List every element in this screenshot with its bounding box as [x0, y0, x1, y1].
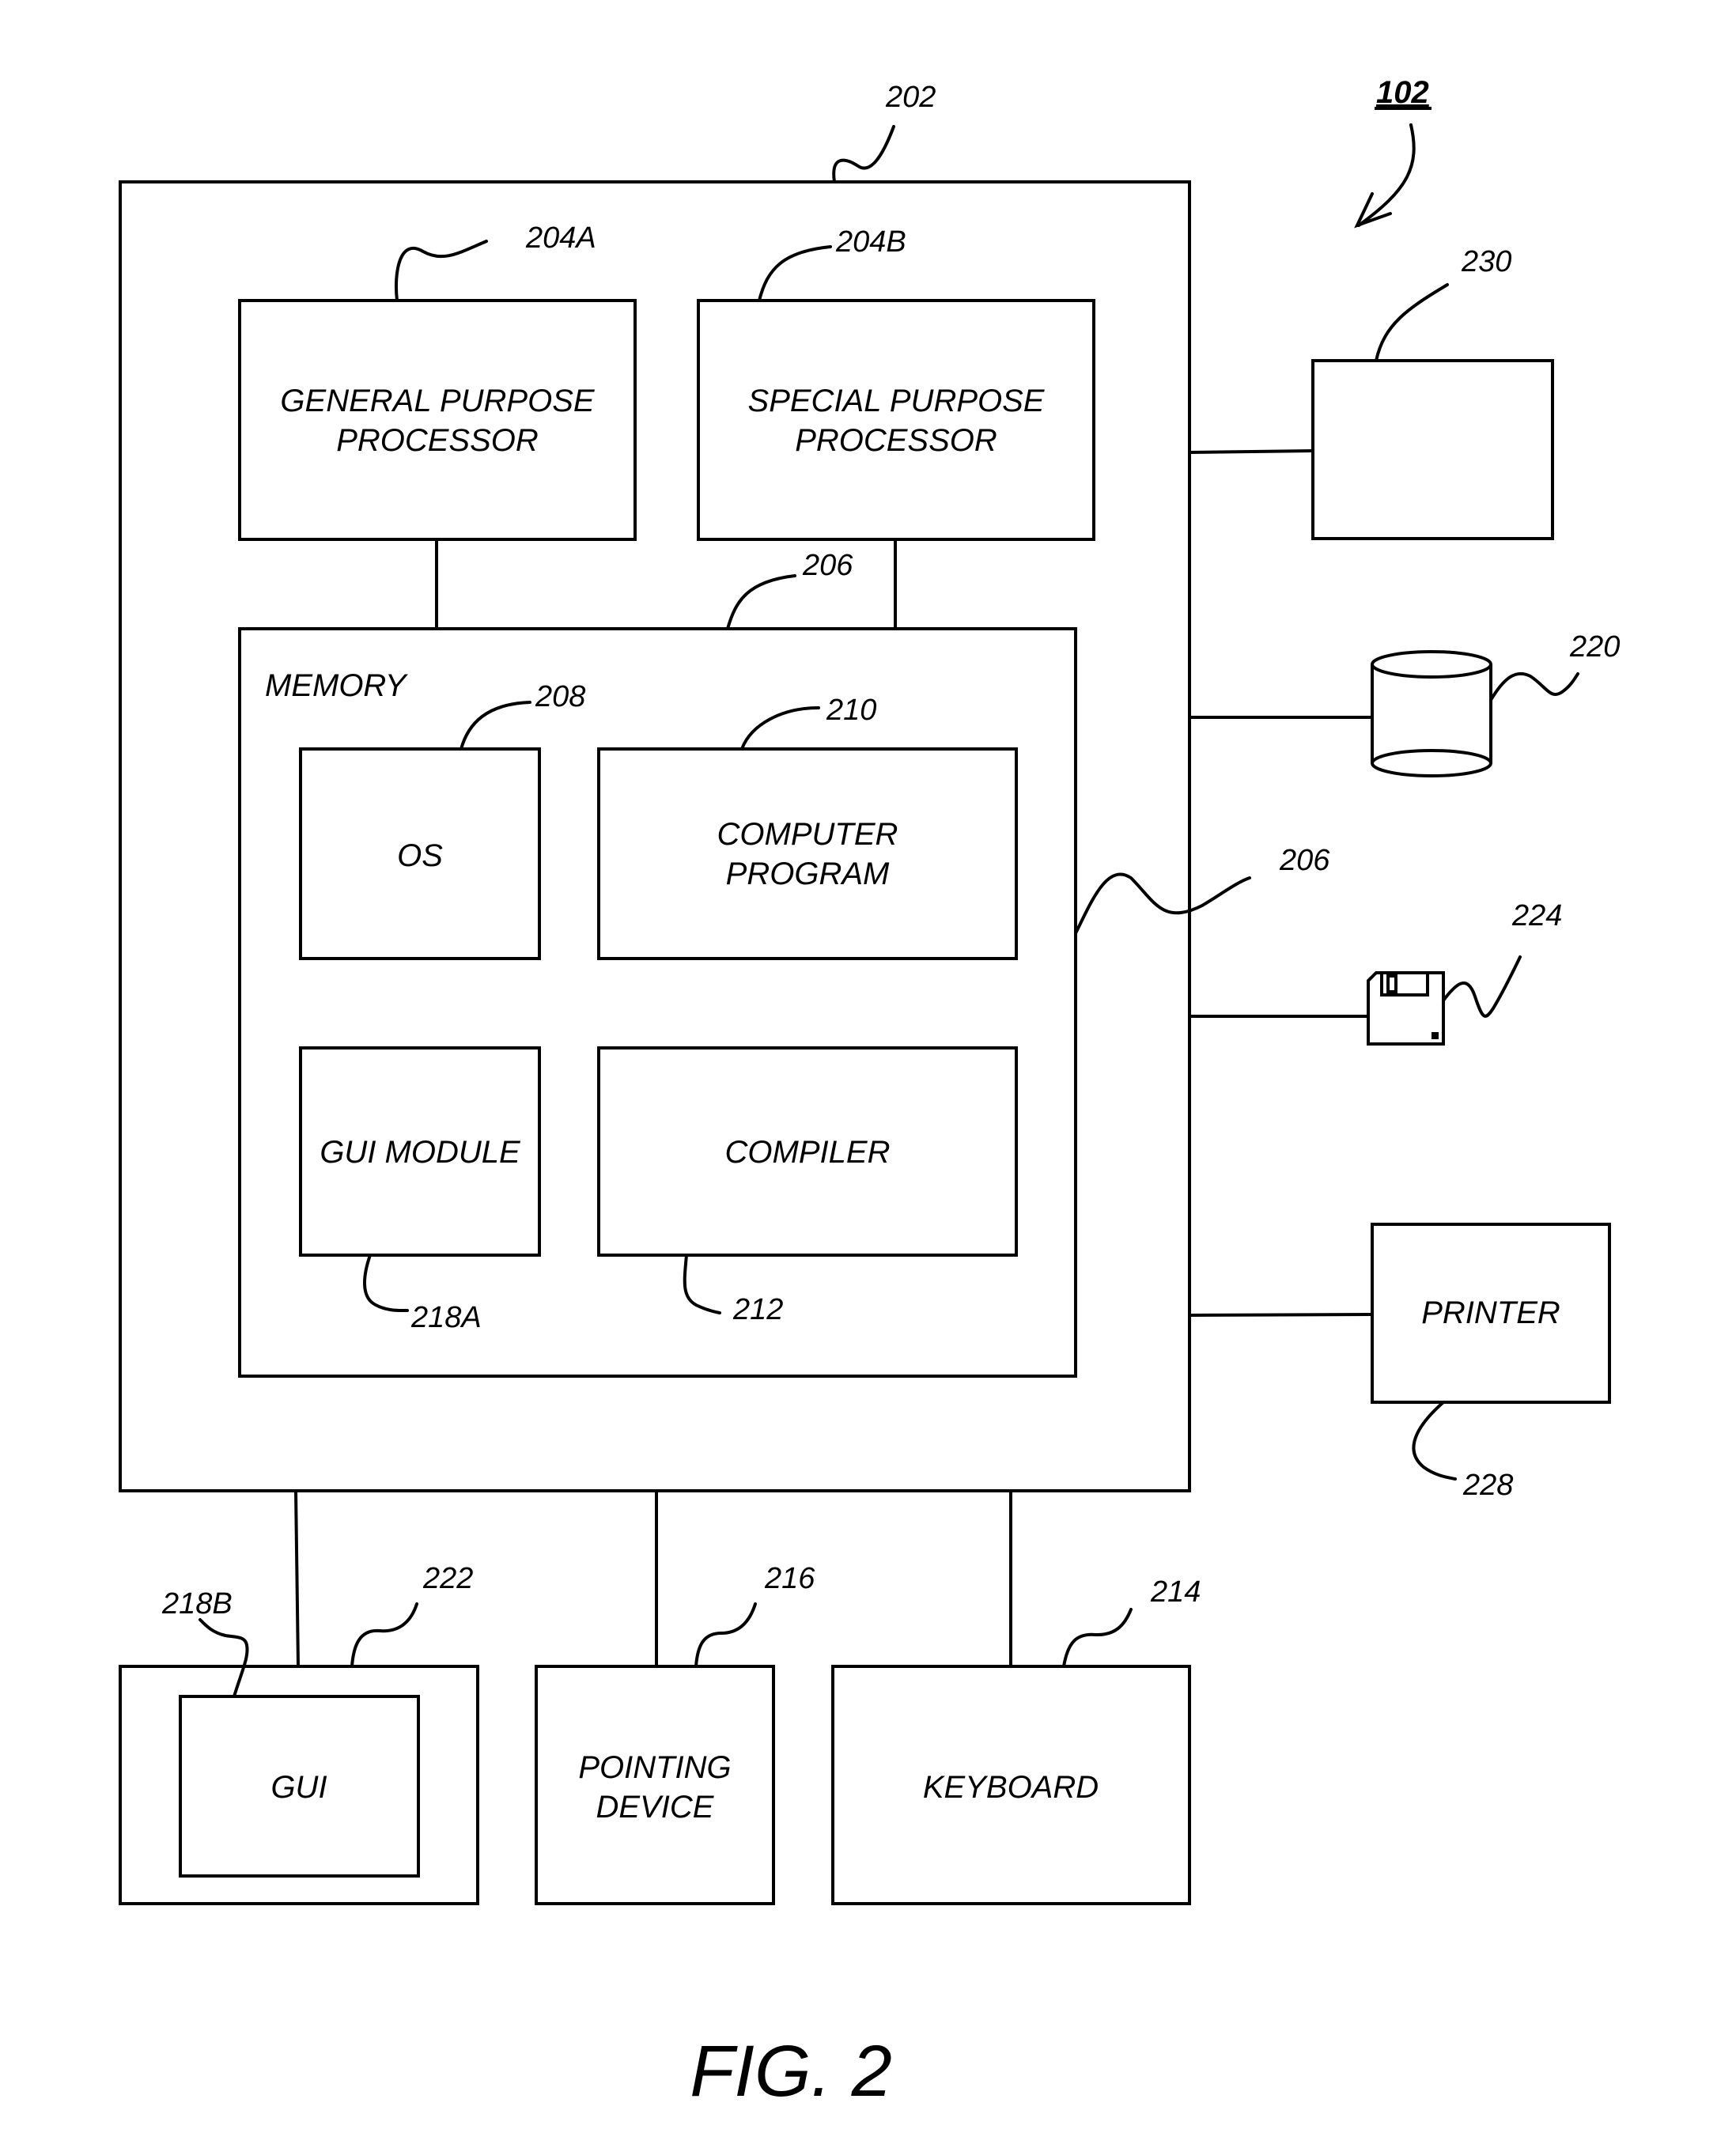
- display-ref: 230: [1461, 245, 1511, 278]
- system-ref-arrow: [1357, 123, 1416, 227]
- computer-program-line2: PROGRAM: [726, 857, 890, 891]
- keyboard-ref: 214: [1150, 1575, 1201, 1609]
- gui-module-label: GUI MODULE: [320, 1135, 521, 1170]
- floppy-disk-icon: [1367, 971, 1445, 1046]
- gui-screen-label: GUI: [270, 1770, 327, 1805]
- computer-ref: 202: [885, 81, 936, 114]
- os-label: OS: [397, 838, 443, 873]
- pointing-device-leader: [694, 1602, 757, 1668]
- special-purpose-processor-box: [697, 299, 1095, 541]
- data-storage-ref: 220: [1569, 630, 1620, 664]
- compiler-ref: 212: [732, 1293, 783, 1326]
- gui-screen-ref: 218B: [161, 1587, 233, 1621]
- monitor-leader: [350, 1602, 418, 1668]
- general-purpose-processor-line2: PROCESSOR: [336, 423, 539, 458]
- general-purpose-processor-box: [238, 299, 637, 541]
- general-purpose-processor-ref: 204A: [525, 221, 596, 255]
- printer-label: PRINTER: [1421, 1295, 1560, 1330]
- os-ref: 208: [535, 680, 585, 713]
- data-storage-leader: [1489, 671, 1579, 702]
- computer-program-box: [597, 747, 1018, 960]
- database-cylinder-icon: [1371, 650, 1492, 777]
- special-purpose-processor-ref: 204B: [835, 225, 906, 259]
- display-leader: [1375, 283, 1449, 362]
- special-purpose-processor-line2: PROCESSOR: [795, 423, 997, 458]
- bus-top-ref: 206: [802, 549, 853, 582]
- printer-link: [1189, 1313, 1373, 1317]
- special-purpose-processor-line1: SPECIAL PURPOSE: [748, 384, 1046, 418]
- figure-title: FIG. 2: [690, 2031, 892, 2112]
- system-ref-arrowhead: [1354, 192, 1392, 229]
- computer-ref-leader: [832, 125, 895, 183]
- display-link: [1189, 449, 1314, 454]
- memory-box: [238, 627, 1077, 1378]
- computer-program-ref: 210: [826, 694, 876, 727]
- memory-label: MEMORY: [265, 668, 409, 703]
- monitor-ref: 222: [422, 1562, 473, 1595]
- general-purpose-processor-line1: GENERAL PURPOSE: [280, 384, 595, 418]
- printer-leader: [1412, 1401, 1457, 1481]
- keyboard-leader: [1062, 1608, 1133, 1668]
- bus-side-ref: 206: [1279, 844, 1330, 877]
- pointing-device-box: [535, 1665, 775, 1905]
- keyboard-label: KEYBOARD: [923, 1770, 1099, 1805]
- removable-storage-ref: 224: [1511, 899, 1562, 932]
- pointing-device-line1: POINTING: [578, 1750, 731, 1785]
- printer-ref: 228: [1462, 1469, 1513, 1502]
- removable-storage-leader: [1442, 955, 1522, 1018]
- block-diagram: 102 202 GENERAL PURPOSE PROCESSOR 204A S…: [119, 75, 1620, 2112]
- compiler-label: COMPILER: [725, 1135, 891, 1170]
- pointing-device-ref: 216: [764, 1562, 815, 1595]
- computer-program-line1: COMPUTER: [717, 817, 898, 852]
- system-ref-label: 102: [1376, 75, 1429, 110]
- display-box: [1311, 359, 1554, 540]
- gui-module-ref: 218A: [410, 1301, 482, 1334]
- pointing-device-line2: DEVICE: [596, 1790, 715, 1825]
- monitor-link: [294, 1490, 300, 1667]
